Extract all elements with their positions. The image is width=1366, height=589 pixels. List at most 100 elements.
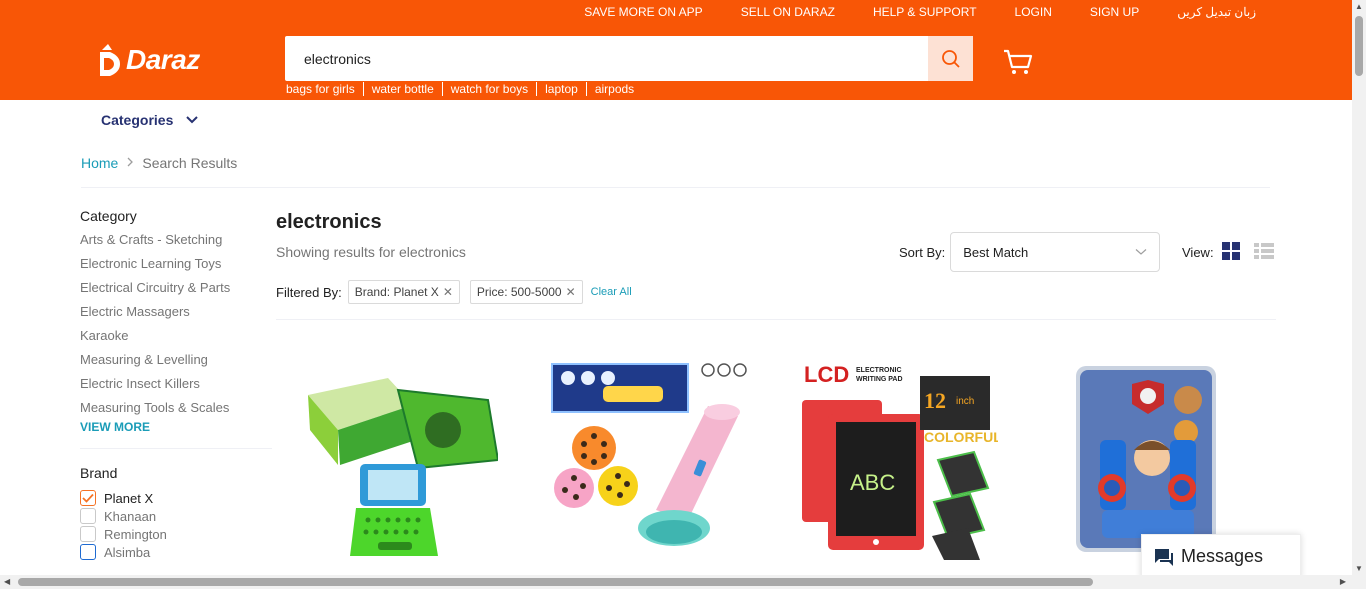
product-card[interactable]: LCD ELECTRONIC WRITING PAD ABC 12 inch C… [798,360,1002,560]
sort-label: Sort By: [899,244,946,260]
horizontal-scrollbar[interactable]: ◀ ▶ [0,575,1352,589]
filter-chip-brand[interactable]: Brand: Planet X ✕ [347,280,460,304]
divider [80,448,272,449]
chip-label: Price: 500-5000 [476,285,562,299]
brand-checkbox-alsimba[interactable]: Alsimba [80,543,272,561]
categories-label: Categories [101,112,174,128]
brand-checkbox-khanaan[interactable]: Khanaan [80,507,272,525]
product-card[interactable] [1048,360,1248,560]
sort-select[interactable]: Best Match [950,232,1161,272]
svg-text:COLORFUL: COLORFUL [924,429,998,445]
filter-chip-price[interactable]: Price: 500-5000 ✕ [469,280,583,304]
messages-button[interactable]: Messages [1141,534,1301,579]
categories-menu[interactable]: Categories [101,112,199,128]
divider [276,319,1276,320]
daraz-logo[interactable]: Daraz [98,42,200,78]
category-item[interactable]: Electric Insect Killers [80,376,272,400]
brand-title: Brand [80,465,118,481]
product-image-kids-laptop [308,378,500,556]
login-link[interactable]: LOGIN [1015,5,1052,19]
sidebar-filters: Category Arts & Crafts - Sketching Elect… [80,208,272,561]
category-title: Category [80,208,137,224]
grid-view-icon[interactable] [1221,242,1240,263]
save-more-on-app-link[interactable]: SAVE MORE ON APP [584,5,702,19]
search-bar [285,36,973,81]
suggestion-link[interactable]: bags for girls [286,82,364,96]
brand-label: Remington [104,526,167,542]
search-button[interactable] [928,36,973,81]
scrollbar-thumb[interactable] [18,578,1093,586]
product-card[interactable] [298,360,500,560]
filtered-by-label: Filtered By: [276,284,342,300]
brand-checkbox-planet-x[interactable]: Planet X [80,489,272,507]
chat-icon [1155,548,1173,566]
divider [81,187,1270,188]
category-item[interactable]: Measuring & Levelling [80,352,272,376]
suggestion-link[interactable]: water bottle [364,82,443,96]
svg-text:inch: inch [956,396,974,407]
signup-link[interactable]: SIGN UP [1090,5,1139,19]
vertical-scrollbar[interactable]: ▲ ▼ [1352,0,1366,589]
sort-control: Sort By: Best Match [899,232,1161,272]
svg-text:12: 12 [924,388,946,413]
chevron-down-icon [1135,249,1147,255]
sort-value: Best Match [963,244,1029,260]
breadcrumb-home[interactable]: Home [81,155,118,171]
category-item[interactable]: Electrical Circuitry & Parts [80,280,272,304]
suggestion-link[interactable]: airpods [587,82,642,96]
list-view-icon[interactable] [1253,243,1274,262]
cart-button[interactable] [1002,48,1034,81]
suggestion-link[interactable]: watch for boys [443,82,538,96]
clear-all-button[interactable]: Clear All [591,286,632,298]
brand-label: Khanaan [104,508,157,524]
view-more-button[interactable]: VIEW MORE [80,420,272,434]
checkbox[interactable] [80,544,96,560]
brand-checkbox-remington[interactable]: Remington [80,525,272,543]
scroll-left-icon[interactable]: ◀ [4,577,10,586]
close-icon[interactable]: ✕ [443,285,453,299]
chevron-down-icon [186,116,199,124]
close-icon[interactable]: ✕ [566,285,576,299]
scroll-up-icon[interactable]: ▲ [1355,2,1363,11]
top-links: SAVE MORE ON APP SELL ON DARAZ HELP & SU… [546,5,1256,19]
brand-label: Alsimba [104,544,151,560]
brand-label: Planet X [104,490,154,506]
messages-label: Messages [1181,546,1264,566]
view-label: View: [1182,245,1214,260]
header-bar: SAVE MORE ON APP SELL ON DARAZ HELP & SU… [0,0,1352,100]
product-image-paw-patrol-walkie-talkie [1076,366,1216,552]
language-switch-link[interactable]: زبان تبدیل کریں [1177,5,1256,19]
scroll-down-icon[interactable]: ▼ [1355,564,1363,573]
logo-text: Daraz [126,44,200,75]
chevron-right-icon [126,155,134,171]
breadcrumb-current: Search Results [142,155,238,171]
scroll-right-icon[interactable]: ▶ [1340,577,1346,586]
active-filters: Filtered By: Brand: Planet X ✕ Price: 50… [276,280,632,304]
svg-text:ABC: ABC [850,470,895,495]
checkbox[interactable] [80,490,96,506]
checkbox[interactable] [80,526,96,542]
chip-label: Brand: Planet X [354,285,439,299]
checkmark-icon [82,493,94,503]
category-item[interactable]: Karaoke [80,328,272,352]
category-item[interactable]: Electric Massagers [80,304,272,328]
sell-on-daraz-link[interactable]: SELL ON DARAZ [741,5,835,19]
search-input[interactable] [285,36,928,81]
product-card[interactable] [548,360,748,560]
view-toggle: View: [1182,242,1274,263]
help-support-link[interactable]: HELP & SUPPORT [873,5,977,19]
product-image-lcd-writing-pad: LCD ELECTRONIC WRITING PAD ABC 12 inch C… [802,362,1002,560]
suggestion-link[interactable]: laptop [537,82,587,96]
daraz-logo-icon [100,44,120,76]
svg-text:WRITING PAD: WRITING PAD [856,376,903,383]
checkbox[interactable] [80,508,96,524]
svg-text:LCD: LCD [804,362,849,387]
scrollbar-thumb[interactable] [1355,16,1363,76]
product-image-projector-torch [551,363,747,546]
category-item[interactable]: Electronic Learning Toys [80,256,272,280]
search-suggestions: bags for girls water bottle watch for bo… [286,82,642,96]
results-main: electronics Showing results for electron… [276,208,1276,320]
svg-text:ELECTRONIC: ELECTRONIC [856,367,902,374]
breadcrumb: Home Search Results [81,155,237,171]
category-item[interactable]: Arts & Crafts - Sketching [80,232,272,256]
